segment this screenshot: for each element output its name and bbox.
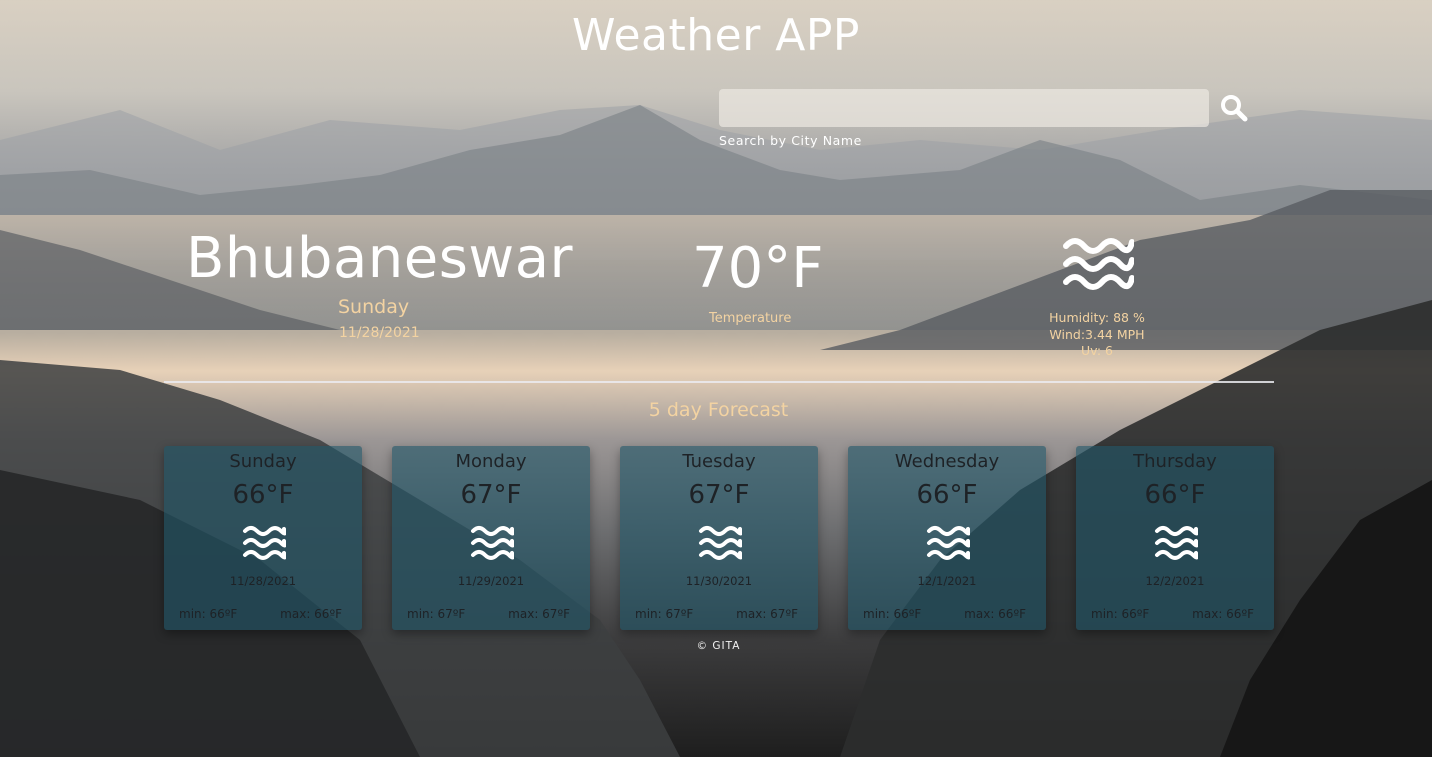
wind-waves-icon: [471, 526, 514, 560]
forecast-max: max: 67ºF: [736, 607, 798, 621]
current-stats: Humidity: 88 % Wind:3.44 MPH Uv: 6: [1022, 310, 1172, 360]
forecast-day: Sunday: [229, 451, 297, 472]
forecast-temp: 67°F: [460, 480, 522, 510]
forecast-date: 12/1/2021: [917, 574, 977, 588]
section-divider: [164, 381, 1274, 383]
forecast-max: max: 66ºF: [280, 607, 342, 621]
forecast-date: 12/2/2021: [1145, 574, 1205, 588]
forecast-card: Sunday 66°F 11/28/2021 min: 66ºF max: 66…: [164, 446, 362, 630]
forecast-max: max: 67ºF: [508, 607, 570, 621]
current-temperature: 70°F: [692, 236, 824, 301]
search-hint: Search by City Name: [719, 133, 862, 148]
app-title: Weather APP: [572, 10, 860, 61]
search-icon: [1221, 94, 1248, 121]
search-button[interactable]: [1216, 93, 1252, 125]
current-date: 11/28/2021: [339, 325, 420, 341]
forecast-card: Thursday 66°F 12/2/2021 min: 66ºF max: 6…: [1076, 446, 1274, 630]
forecast-title: 5 day Forecast: [648, 399, 789, 421]
forecast-day: Thursday: [1133, 451, 1217, 472]
wind-waves-icon: [699, 526, 742, 560]
forecast-day: Monday: [455, 451, 527, 472]
forecast-date: 11/28/2021: [229, 574, 297, 588]
forecast-date: 11/30/2021: [685, 574, 753, 588]
forecast-day: Wednesday: [894, 451, 1000, 472]
search-bar: Search by City Name: [719, 89, 1248, 148]
wind-waves-icon: [927, 526, 970, 560]
wind-waves-icon: [243, 526, 286, 560]
forecast-min: min: 66ºF: [179, 607, 238, 621]
wind-value: Wind:3.44 MPH: [1049, 326, 1145, 342]
humidity-value: Humidity: 88 %: [1049, 310, 1145, 325]
forecast-temp: 66°F: [916, 480, 978, 510]
forecast-min: min: 67ºF: [407, 607, 466, 621]
city-name: Bhubaneswar: [186, 226, 574, 291]
forecast-card: Tuesday 67°F 11/30/2021 min: 67ºF max: 6…: [620, 446, 818, 630]
temperature-label: Temperature: [709, 311, 792, 326]
current-day: Sunday: [338, 296, 410, 318]
forecast-temp: 66°F: [232, 480, 294, 510]
uv-value: Uv: 6: [1080, 343, 1113, 358]
forecast-min: min: 67ºF: [635, 607, 694, 621]
wind-waves-icon: [1063, 238, 1134, 290]
forecast-day: Tuesday: [682, 451, 756, 472]
footer-copyright: © GITA: [696, 640, 741, 652]
city-search-input[interactable]: [719, 89, 1209, 127]
forecast-card: Monday 67°F 11/29/2021 min: 67ºF max: 67…: [392, 446, 590, 630]
forecast-min: min: 66ºF: [863, 607, 922, 621]
forecast-temp: 66°F: [1144, 480, 1206, 510]
wind-waves-icon: [1155, 526, 1198, 560]
forecast-card: Wednesday 66°F 12/1/2021 min: 66ºF max: …: [848, 446, 1046, 630]
forecast-max: max: 66ºF: [1192, 607, 1254, 621]
forecast-min: min: 66ºF: [1091, 607, 1150, 621]
forecast-date: 11/29/2021: [457, 574, 525, 588]
forecast-max: max: 66ºF: [964, 607, 1026, 621]
forecast-temp: 67°F: [688, 480, 750, 510]
